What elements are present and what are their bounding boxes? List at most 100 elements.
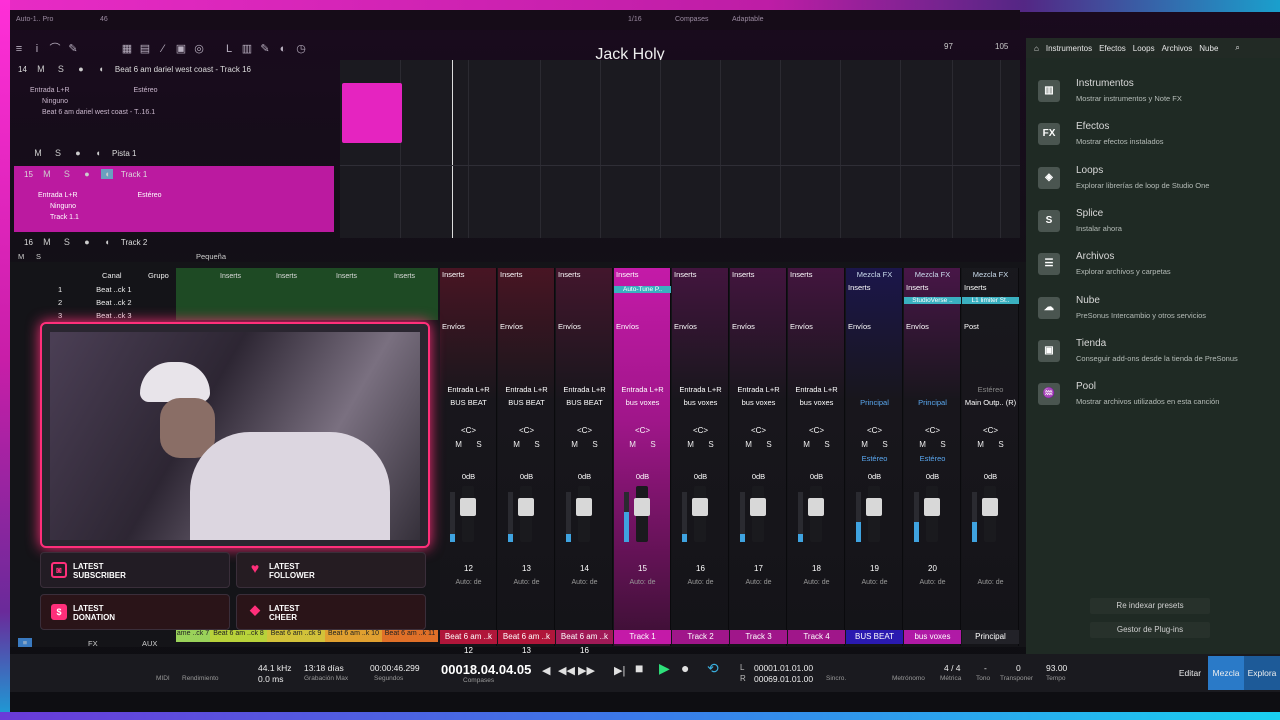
volume-fader[interactable] [518, 486, 534, 542]
folder-track[interactable]: M S ● ◖ Pista 1 [14, 145, 334, 161]
inserts-button[interactable]: Inserts [848, 283, 901, 292]
audio-clip[interactable] [342, 83, 402, 143]
timeline-ruler[interactable]: 97 105 [940, 42, 1020, 56]
mixer-view-icon[interactable]: ≡ [18, 638, 32, 647]
track-stereo[interactable]: Estéreo [137, 192, 161, 199]
track-row[interactable]: 14 M S ● ◖ Beat 6 am dariel west coast -… [14, 61, 334, 120]
pencil-icon[interactable]: ✎ [64, 42, 82, 55]
track-input[interactable]: Entrada L+R [30, 87, 70, 94]
channel-list-row[interactable]: 3 Beat ..ck 3 [58, 311, 132, 320]
mute-button[interactable]: M [571, 440, 578, 449]
channel-strip[interactable]: Inserts Auto-Tune P.. Envíos Entrada L+R bus… [614, 268, 671, 646]
insert-plugin[interactable]: L1 limiter St.. [962, 297, 1019, 304]
track-send[interactable]: Beat 6 am dariel west coast - T..16.1 [14, 109, 334, 120]
inserts-label[interactable]: Inserts [220, 273, 241, 280]
inserts-button[interactable]: Inserts [674, 270, 727, 279]
wand-icon[interactable]: ⁄ [154, 43, 172, 55]
volume-fader[interactable] [924, 486, 940, 542]
solo-button[interactable]: S [592, 440, 597, 449]
automation-mode[interactable]: Auto: de [904, 579, 961, 586]
menu-icon[interactable]: ≡ [10, 43, 28, 55]
sends-button[interactable]: Envíos [790, 322, 843, 331]
mute-button[interactable]: M [35, 64, 47, 74]
sound-icon[interactable]: ◐ [274, 43, 292, 55]
channel-input[interactable]: Entrada L+R [498, 385, 555, 394]
solo-button[interactable]: S [824, 440, 829, 449]
solo-button[interactable]: S [476, 440, 481, 449]
channel-name[interactable]: Principal [962, 630, 1019, 644]
snap-mode-select[interactable]: Adaptable [732, 16, 764, 23]
channel-output[interactable]: Principal [904, 398, 961, 407]
channel-output[interactable]: bus voxes [788, 398, 845, 407]
channel-strip[interactable]: Inserts Envíos Entrada L+R bus voxes <C> M S 0d… [730, 268, 787, 646]
record-icon[interactable]: ● [72, 148, 84, 158]
volume-fader[interactable] [808, 486, 824, 542]
list-icon[interactable]: L [220, 43, 238, 55]
home-icon[interactable]: ⌂ [1034, 44, 1039, 53]
volume-fader[interactable] [460, 486, 476, 542]
key-value[interactable]: - [984, 663, 987, 673]
stop-icon[interactable]: ■ [635, 660, 643, 676]
channel-strip[interactable]: Inserts Envíos Entrada L+R BUS BEAT <C> M S 0dB… [498, 268, 555, 655]
channel-list-row[interactable]: 2 Beat ..ck 2 [58, 298, 132, 307]
browser-item-tienda[interactable]: ▣ Tienda Conseguir add-ons desde la tienda… [1038, 338, 1278, 374]
mute-button[interactable]: M [861, 440, 868, 449]
mute-button[interactable]: M [32, 148, 44, 158]
browser-item-loops[interactable]: ◈ Loops Explorar librerías de loop de Stud… [1038, 165, 1278, 201]
automation-mode[interactable]: Auto: de [440, 579, 497, 586]
mute-button[interactable]: M [977, 440, 984, 449]
sends-button[interactable]: Envíos [732, 322, 785, 331]
solo-button[interactable]: S [998, 440, 1003, 449]
sends-button[interactable]: Envíos [674, 322, 727, 331]
channel-input[interactable]: Entrada L+R [788, 385, 845, 394]
automation-icon[interactable]: ⌒ [46, 40, 64, 56]
mix-fx-label[interactable]: Mezcla FX [962, 270, 1019, 279]
tempo-value[interactable]: 93.00 [1046, 663, 1067, 673]
clock-icon[interactable]: ◷ [292, 42, 310, 55]
snap-icon[interactable]: ▣ [172, 42, 190, 55]
tab-mezcla[interactable]: Mezcla [1208, 656, 1244, 690]
volume-fader[interactable] [982, 486, 998, 542]
mute-button[interactable]: M [803, 440, 810, 449]
inserts-button[interactable]: Inserts [906, 283, 959, 292]
grid-icon[interactable]: ▦ [118, 42, 136, 55]
channel-strip[interactable]: Mezcla FX Inserts Envíos Principal <C> M S Esté… [846, 268, 903, 646]
mute-button[interactable]: M [513, 440, 520, 449]
global-solo[interactable]: S [36, 252, 41, 261]
loop-icon[interactable]: ◎ [190, 42, 208, 55]
browser-item-pool[interactable]: ♒ Pool Mostrar archivos utilizados en esta… [1038, 381, 1278, 417]
pan-center[interactable]: <C> [904, 426, 961, 435]
track-input[interactable]: Entrada L+R [38, 192, 78, 199]
track-send[interactable]: Track 1.1 [14, 214, 334, 225]
edit-icon[interactable]: ✎ [256, 42, 274, 55]
pan-center[interactable]: <C> [788, 426, 845, 435]
tab-explorar[interactable]: Explora [1244, 656, 1280, 690]
inserts-button[interactable]: Inserts [964, 283, 1017, 292]
timebase-select[interactable]: Compases [675, 16, 708, 23]
volume-fader[interactable] [866, 486, 882, 542]
mute-button[interactable]: M [41, 237, 53, 247]
record-button-icon[interactable]: ● [681, 660, 689, 676]
rewind-icon[interactable]: ◀◀ [558, 664, 575, 677]
solo-button[interactable]: S [650, 440, 655, 449]
channel-input[interactable]: Entrada L+R [672, 385, 729, 394]
monitor-icon[interactable]: ◖ [100, 169, 113, 179]
channel-output[interactable]: BUS BEAT [556, 398, 613, 407]
pan-center[interactable]: <C> [498, 426, 555, 435]
solo-button[interactable]: S [708, 440, 713, 449]
track-row[interactable]: 16 M S ● ◖ Track 2 [14, 235, 334, 249]
channel-name[interactable]: Track 1 [614, 630, 671, 644]
left-locator[interactable]: 00001.01.01.00 [754, 663, 813, 673]
inserts-button[interactable]: Inserts [616, 270, 669, 279]
monitor-icon[interactable]: ◖ [101, 237, 113, 247]
search-icon[interactable]: ⌕ [1235, 43, 1239, 53]
tab-editar[interactable]: Editar [1172, 656, 1208, 690]
channel-output[interactable]: BUS BEAT [440, 398, 497, 407]
track-output[interactable]: Ninguno [14, 98, 334, 109]
pan-center[interactable]: <C> [556, 426, 613, 435]
automation-mode[interactable]: Auto: de [498, 579, 555, 586]
tab-nube[interactable]: Nube [1199, 44, 1218, 53]
solo-button[interactable]: S [766, 440, 771, 449]
automation-mode[interactable]: Auto: de [962, 579, 1019, 586]
volume-fader[interactable] [634, 486, 650, 542]
